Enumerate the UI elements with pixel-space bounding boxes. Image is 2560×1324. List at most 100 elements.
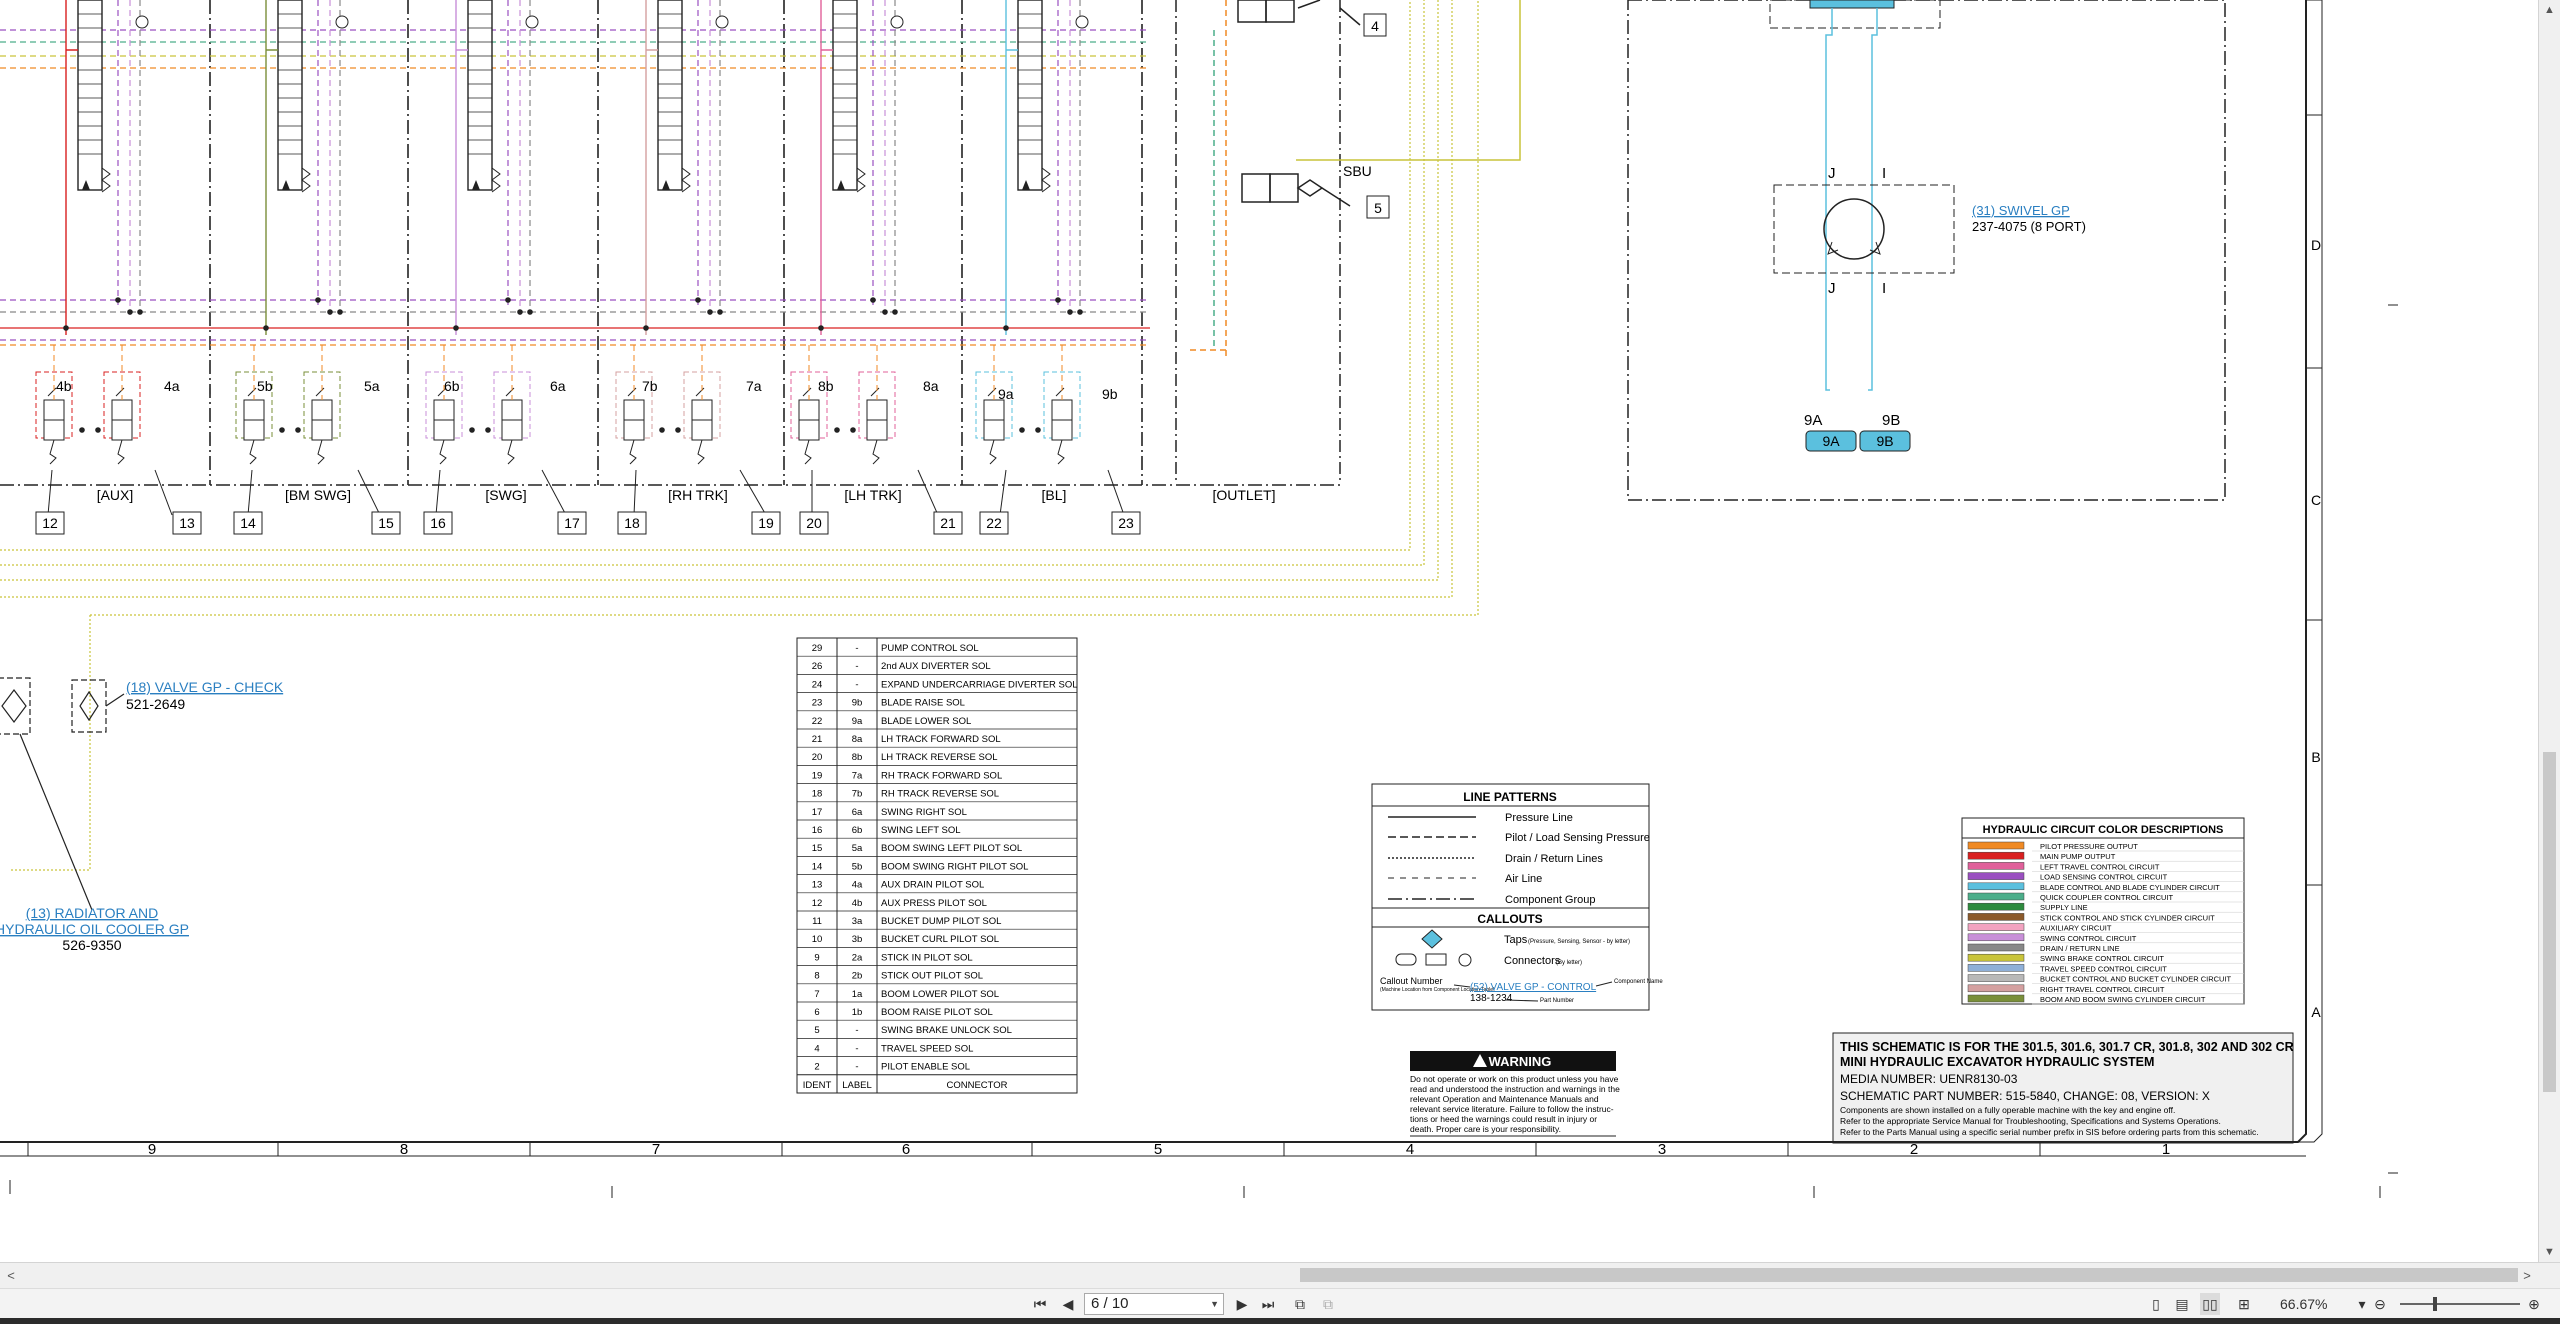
zoom-in-icon[interactable]: ⊕ [2524, 1293, 2544, 1315]
document-viewport: [AUX] [BM SWG] [SWG] [RH TRK] [LH TRK] [… [0, 0, 2538, 1262]
viewer-toolbar: ⏮ ◀ 6 / 10 ▼ ▶ ⏭ ⧉ ⧉ ▯ ▤ ▯▯ ⊞ 66.67% ▾ ⊖… [0, 1288, 2560, 1318]
swivel-port-j-bottom: J [1828, 280, 1836, 297]
table-cell-label: 9b [852, 698, 863, 709]
connector-id: 13 [179, 515, 195, 531]
radiator-link-line1[interactable]: (13) RADIATOR AND [26, 905, 159, 921]
table-cell-connector: BLADE LOWER SOL [881, 716, 971, 727]
solenoid-label: 6b [444, 378, 460, 394]
color-swatch [1967, 984, 2025, 993]
table-cell-label: 8b [852, 752, 863, 763]
zoom-out-icon[interactable]: ⊖ [2370, 1293, 2390, 1315]
warning-title: WARNING [1489, 1054, 1552, 1069]
section-label-lh-trk: [LH TRK] [844, 487, 901, 503]
previous-page-icon[interactable]: ◀ [1058, 1293, 1078, 1315]
two-page-view-icon[interactable]: ▯▯ [2200, 1293, 2220, 1315]
swivel-link[interactable]: (31) SWIVEL GP [1972, 203, 2070, 218]
view-history-forward-icon[interactable]: ⧉ [1318, 1293, 1338, 1315]
example-part-number: 138-1234 [1470, 993, 1513, 1004]
next-page-icon[interactable]: ▶ [1232, 1293, 1252, 1315]
color-descriptions-legend: HYDRAULIC CIRCUIT COLOR DESCRIPTIONS PIL… [1961, 817, 2245, 1005]
table-cell-connector: AUX DRAIN PILOT SOL [881, 880, 984, 891]
connectors-label: Connectors [1504, 955, 1561, 967]
table-cell-label: 6b [852, 825, 863, 836]
outlet-lines [1190, 0, 1521, 360]
horizontal-scrollbar[interactable]: < > [0, 1262, 2560, 1288]
split-view-icon[interactable]: ⊞ [2234, 1293, 2254, 1315]
media-number: MEDIA NUMBER: UENR8130-03 [1840, 1072, 2018, 1086]
border-letters: D C B A [2311, 237, 2321, 1020]
section-label-bm-swg: [BM SWG] [285, 487, 351, 503]
line-pattern-component-group: Component Group [1505, 894, 1596, 906]
table-cell-ident: 6 [814, 1007, 819, 1018]
color-label: SUPPLY LINE [2040, 903, 2088, 912]
color-swatch [1967, 933, 2025, 942]
color-swatch [1967, 953, 2025, 962]
title-block: THIS SCHEMATIC IS FOR THE 301.5, 301.6, … [1832, 1032, 2294, 1144]
valve-section-labels: [AUX] [BM SWG] [SWG] [RH TRK] [LH TRK] [… [97, 487, 1276, 503]
connector-id: 15 [378, 515, 394, 531]
table-cell-label: - [855, 643, 858, 654]
warning-text-line: relevant Operation and Maintenance Manua… [1410, 1094, 1599, 1104]
table-cell-ident: 22 [812, 716, 823, 727]
example-component-link[interactable]: (52) VALVE GP - CONTROL [1470, 982, 1597, 993]
view-history-back-icon[interactable]: ⧉ [1290, 1293, 1310, 1315]
color-swatch [1967, 994, 2025, 1003]
table-cell-connector: STICK IN PILOT SOL [881, 952, 973, 963]
page-number-input[interactable]: 6 / 10 ▼ [1084, 1293, 1224, 1315]
page-dropdown-icon[interactable]: ▼ [1210, 1294, 1219, 1314]
drawing-border [0, 0, 2398, 1198]
table-cell-ident: 11 [812, 916, 822, 927]
table-cell-connector: BOOM LOWER PILOT SOL [881, 989, 999, 1000]
table-header-connector: CONNECTOR [946, 1080, 1007, 1091]
callouts-title: CALLOUTS [1477, 912, 1542, 926]
solenoid-label: 8b [818, 378, 834, 394]
color-label: AUXILIARY CIRCUIT [2040, 924, 2112, 933]
table-cell-connector: EXPAND UNDERCARRIAGE DIVERTER SOL [881, 679, 1078, 690]
table-cell-ident: 5 [814, 1025, 819, 1036]
table-cell-label: 7b [852, 789, 863, 800]
connector-id: 22 [986, 515, 1002, 531]
table-cell-label: 4b [852, 898, 863, 909]
valve-sections [0, 0, 1340, 516]
scroll-left-icon[interactable]: < [0, 1263, 22, 1288]
table-cell-label: 5a [852, 843, 863, 854]
horizontal-scroll-thumb[interactable] [1300, 1268, 2518, 1282]
title-line1: THIS SCHEMATIC IS FOR THE 301.5, 301.6, … [1840, 1040, 2294, 1054]
table-cell-label: 8a [852, 734, 863, 745]
color-label: LOAD SENSING CONTROL CIRCUIT [2040, 873, 2168, 882]
scroll-down-icon[interactable]: ▼ [2539, 1242, 2560, 1262]
zoom-slider-knob[interactable] [2433, 1297, 2437, 1311]
solenoid-label: 9b [1102, 386, 1118, 402]
border-number: 1 [2162, 1141, 2170, 1158]
color-swatch [1967, 943, 2025, 952]
color-swatch [1967, 841, 2025, 850]
check-valve-link[interactable]: (18) VALVE GP - CHECK [126, 679, 284, 695]
continuous-view-icon[interactable]: ▤ [2172, 1293, 2192, 1315]
taps-label: Taps [1504, 934, 1528, 946]
table-cell-ident: 15 [812, 843, 823, 854]
last-page-icon[interactable]: ⏭ [1258, 1293, 1278, 1315]
zoom-slider[interactable] [2400, 1297, 2520, 1311]
first-page-icon[interactable]: ⏮ [1030, 1293, 1050, 1315]
table-cell-connector: RH TRACK REVERSE SOL [881, 789, 999, 800]
color-swatch [1967, 913, 2025, 921]
zoom-dropdown-icon[interactable]: ▾ [2352, 1293, 2372, 1315]
part-number-label: Part Number [1540, 998, 1574, 1004]
color-label: DRAIN / RETURN LINE [2040, 944, 2120, 953]
warning-text-line: death. Proper care is your responsibilit… [1410, 1124, 1561, 1134]
table-cell-connector: LH TRACK REVERSE SOL [881, 752, 998, 763]
scroll-up-icon[interactable]: ▲ [2539, 0, 2560, 20]
border-number: 9 [148, 1141, 156, 1158]
vertical-scrollbar[interactable]: ▲ ▼ [2538, 0, 2560, 1262]
radiator-link-line2[interactable]: HYDRAULIC OIL COOLER GP [0, 921, 189, 937]
schematic-part-number: SCHEMATIC PART NUMBER: 515-5840, CHANGE:… [1840, 1089, 2210, 1103]
single-page-view-icon[interactable]: ▯ [2146, 1293, 2166, 1315]
vertical-scroll-thumb[interactable] [2543, 752, 2556, 1092]
table-cell-label: - [855, 679, 858, 690]
border-number: 8 [400, 1141, 408, 1158]
table-cell-ident: 7 [814, 989, 819, 1000]
line-pattern-pilot: Pilot / Load Sensing Pressure [1505, 832, 1650, 844]
scroll-right-icon[interactable]: > [2516, 1263, 2538, 1288]
table-cell-ident: 20 [812, 752, 823, 763]
sbu-label: SBU [1343, 163, 1372, 179]
